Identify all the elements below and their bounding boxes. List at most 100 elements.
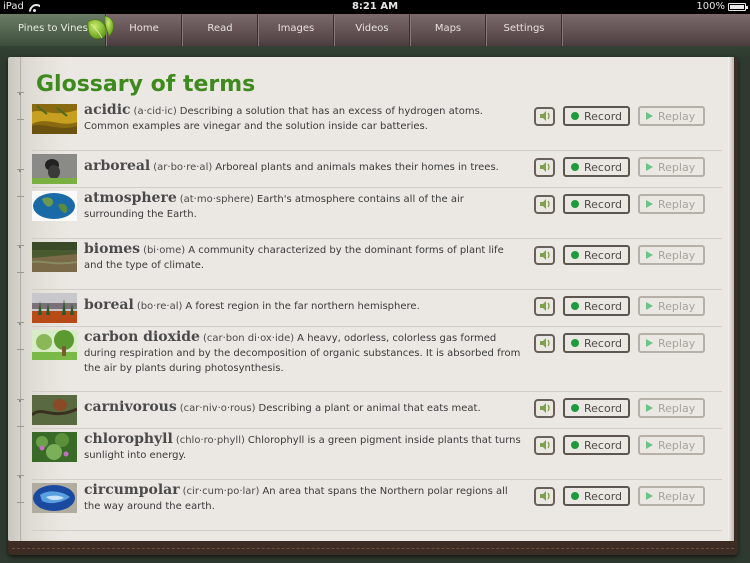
record-label: Record xyxy=(584,248,623,262)
term: carbon dioxide xyxy=(84,329,200,345)
page-spine xyxy=(20,57,21,541)
speaker-icon xyxy=(539,250,550,260)
play-sound-button[interactable] xyxy=(534,333,555,353)
battery-icon xyxy=(728,3,748,11)
binding-ring xyxy=(17,92,24,120)
pronunciation: (ar·bo·re·al) xyxy=(153,162,213,173)
term: carnivorous xyxy=(84,399,177,415)
replay-label: Replay xyxy=(658,489,696,503)
tab-read[interactable]: Read xyxy=(182,14,258,46)
play-sound-button[interactable] xyxy=(534,245,555,265)
pronunciation: (car·bon di·ox·ide) xyxy=(202,333,295,344)
record-label: Record xyxy=(584,438,623,452)
replay-label: Replay xyxy=(658,109,696,123)
record-button[interactable]: Record xyxy=(563,435,630,455)
glossary-entry: circumpolar (cir·cum·po·lar) An area that … xyxy=(32,480,722,531)
record-button[interactable]: Record xyxy=(563,333,630,353)
replay-button[interactable]: Replay xyxy=(638,333,705,353)
pronunciation: (chlo·ro·phyll) xyxy=(175,435,245,446)
play-sound-button[interactable] xyxy=(534,157,555,177)
boreal-thumbnail xyxy=(32,293,77,323)
replay-button[interactable]: Replay xyxy=(638,435,705,455)
term: arboreal xyxy=(84,158,151,174)
record-dot-icon xyxy=(571,163,579,171)
binding-ring xyxy=(17,322,24,350)
play-sound-button[interactable] xyxy=(534,398,555,418)
replay-button[interactable]: Replay xyxy=(638,398,705,418)
replay-button[interactable]: Replay xyxy=(638,157,705,177)
replay-button[interactable]: Replay xyxy=(638,245,705,265)
binding-ring xyxy=(17,399,24,427)
pronunciation: (bo·re·al) xyxy=(136,301,183,312)
record-button[interactable]: Record xyxy=(563,157,630,177)
record-label: Record xyxy=(584,197,623,211)
record-dot-icon xyxy=(571,200,579,208)
glossary-entry: carnivorous (car·niv·o·rous) Describing a … xyxy=(32,392,722,429)
glossary-entry: acidic (a·cid·ic) Describing a solution th… xyxy=(32,100,722,151)
acidic-thumbnail xyxy=(32,104,77,134)
nav-spacer xyxy=(562,14,750,46)
replay-label: Replay xyxy=(658,438,696,452)
record-label: Record xyxy=(584,109,623,123)
term: atmosphere xyxy=(84,190,177,206)
atmosphere-thumbnail xyxy=(32,191,77,221)
book-stitch xyxy=(12,548,734,549)
play-sound-button[interactable] xyxy=(534,486,555,506)
speaker-icon xyxy=(539,440,550,450)
tab-images[interactable]: Images xyxy=(258,14,334,46)
play-sound-button[interactable] xyxy=(534,296,555,316)
term: circumpolar xyxy=(84,482,180,498)
replay-button[interactable]: Replay xyxy=(638,296,705,316)
play-icon xyxy=(646,492,653,500)
glossary-list: acidic (a·cid·ic) Describing a solution th… xyxy=(32,100,722,531)
term: boreal xyxy=(84,297,134,313)
page-title: Glossary of terms xyxy=(36,72,256,97)
record-button[interactable]: Record xyxy=(563,398,630,418)
tab-maps[interactable]: Maps xyxy=(410,14,486,46)
play-sound-button[interactable] xyxy=(534,435,555,455)
play-icon xyxy=(646,163,653,171)
chlorophyll-thumbnail xyxy=(32,432,77,462)
speaker-icon xyxy=(539,199,550,209)
speaker-icon xyxy=(539,338,550,348)
record-label: Record xyxy=(584,336,623,350)
record-dot-icon xyxy=(571,302,579,310)
tab-settings[interactable]: Settings xyxy=(486,14,562,46)
replay-label: Replay xyxy=(658,336,696,350)
carbon-dioxide-thumbnail xyxy=(32,330,77,360)
term: chlorophyll xyxy=(84,431,173,447)
pronunciation: (a·cid·ic) xyxy=(133,106,177,117)
record-button[interactable]: Record xyxy=(563,296,630,316)
term: biomes xyxy=(84,241,141,257)
glossary-entry: atmosphere (at·mo·sphere) Earth's atmosphe… xyxy=(32,188,722,239)
tab-home[interactable]: Home xyxy=(106,14,182,46)
glossary-page: Glossary of terms acidic (a·cid·ic) Descri… xyxy=(8,57,728,541)
play-sound-button[interactable] xyxy=(534,106,555,126)
binding-ring xyxy=(17,475,24,503)
replay-button[interactable]: Replay xyxy=(638,106,705,126)
record-button[interactable]: Record xyxy=(563,486,630,506)
glossary-entry: biomes (bi·ome) A community characterized … xyxy=(32,239,722,290)
arboreal-thumbnail xyxy=(32,154,77,184)
record-button[interactable]: Record xyxy=(563,194,630,214)
record-button[interactable]: Record xyxy=(563,245,630,265)
circumpolar-thumbnail xyxy=(32,483,77,513)
replay-label: Replay xyxy=(658,248,696,262)
record-button[interactable]: Record xyxy=(563,106,630,126)
replay-button[interactable]: Replay xyxy=(638,486,705,506)
speaker-icon xyxy=(539,491,550,501)
speaker-icon xyxy=(539,162,550,172)
record-dot-icon xyxy=(571,251,579,259)
definition: Describing a plant or animal that eats m… xyxy=(258,403,481,414)
play-icon xyxy=(646,404,653,412)
tab-videos[interactable]: Videos xyxy=(334,14,410,46)
record-label: Record xyxy=(584,160,623,174)
play-sound-button[interactable] xyxy=(534,194,555,214)
replay-label: Replay xyxy=(658,160,696,174)
record-dot-icon xyxy=(571,404,579,412)
record-label: Record xyxy=(584,401,623,415)
record-dot-icon xyxy=(571,441,579,449)
play-icon xyxy=(646,200,653,208)
replay-button[interactable]: Replay xyxy=(638,194,705,214)
speaker-icon xyxy=(539,403,550,413)
